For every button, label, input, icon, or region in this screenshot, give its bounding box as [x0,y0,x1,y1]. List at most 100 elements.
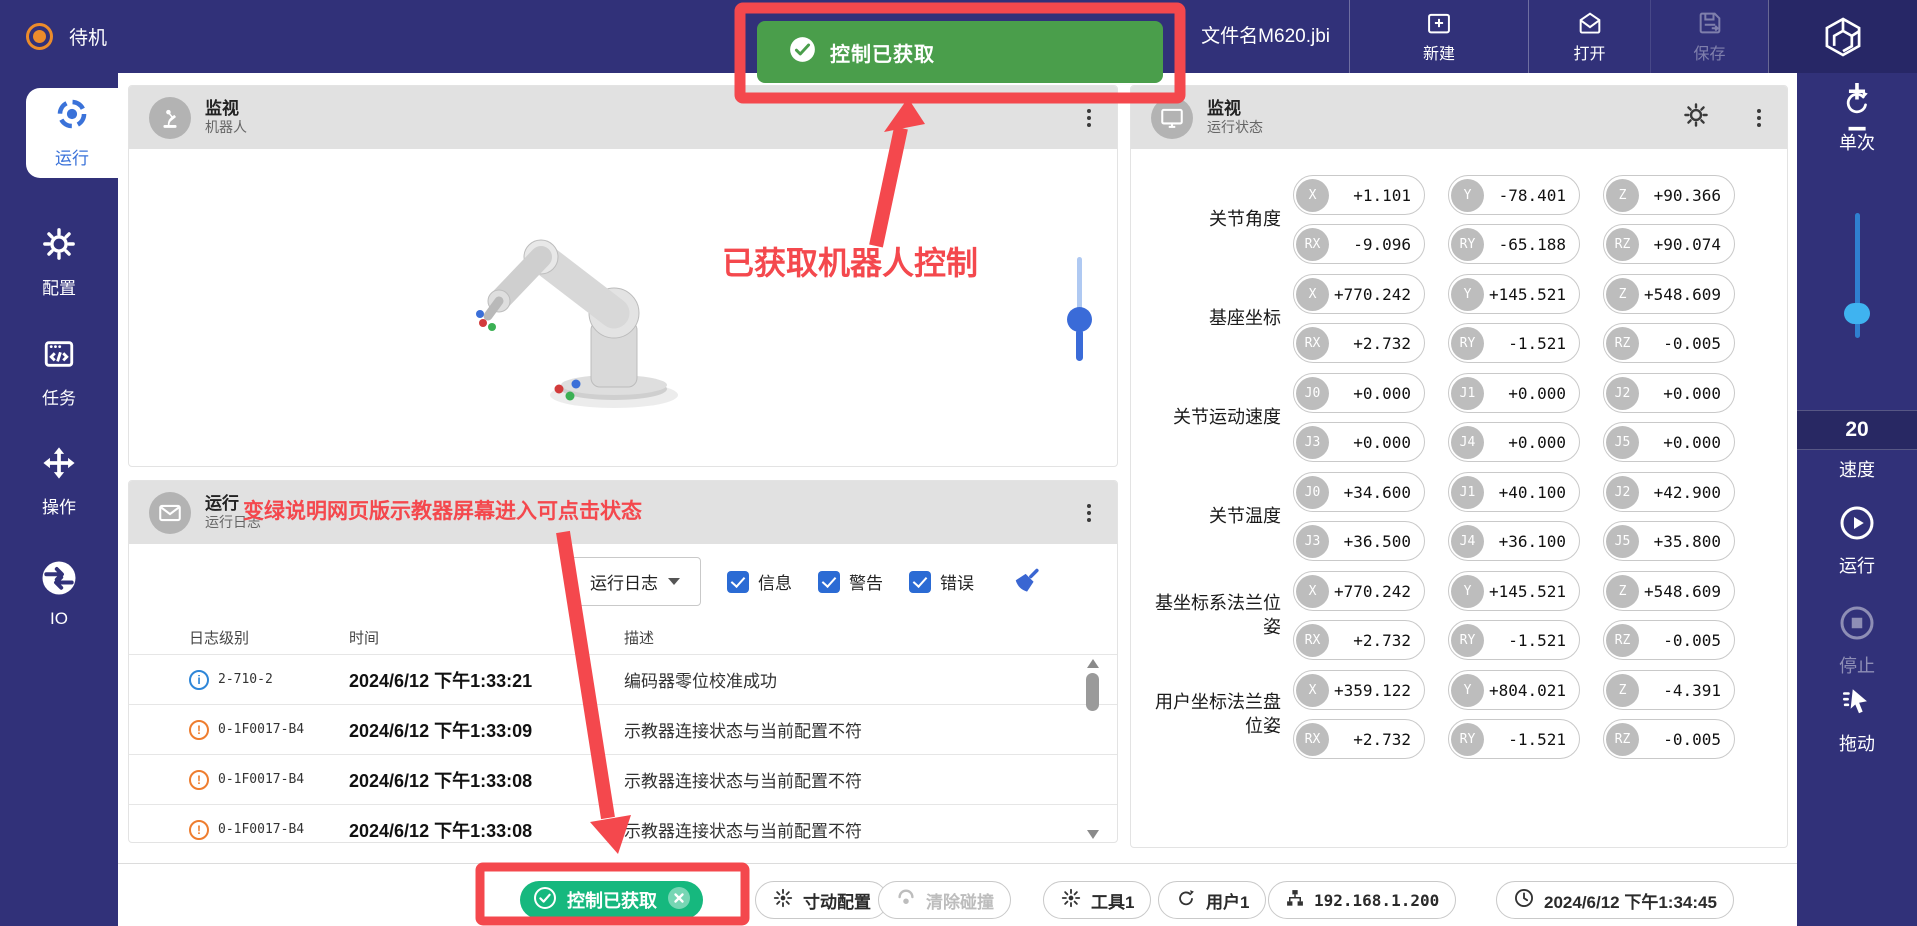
run-target-icon [55,97,89,136]
checkbox-warning[interactable]: 警告 [818,569,883,594]
axis-value: +90.074 [1639,235,1732,254]
axis-badge: J5 [1606,426,1639,459]
datetime-button[interactable]: 2024/6/12 下午1:34:45 [1496,881,1734,919]
log-row[interactable]: !0-1F0017-B42024/6/12 下午1:33:09示教器连接状态与当… [129,704,1117,754]
axis-badge: J1 [1451,377,1484,410]
axis-value: +548.609 [1639,285,1732,304]
axis-value-pill: J4+0.000 [1448,422,1580,462]
release-control-x-icon[interactable] [667,886,691,915]
sidebar-item-run[interactable]: 运行 [26,88,118,178]
single-cycle-button[interactable]: 单次 [1797,88,1917,155]
log-row[interactable]: !0-1F0017-B42024/6/12 下午1:33:08示教器连接状态与当… [129,804,1117,843]
log-panel-menu-icon[interactable] [1081,498,1097,528]
log-rows: i2-710-22024/6/12 下午1:33:21编码器零位校准成功!0-1… [129,654,1117,843]
robot-panel-menu-icon[interactable] [1081,103,1097,133]
status-settings-gear-icon[interactable] [1683,102,1709,133]
axis-value-pill: X+1.101 [1293,175,1425,215]
axis-value: +145.521 [1484,582,1577,601]
axis-value: +42.900 [1639,483,1732,502]
log-panel-subtitle: 运行日志 [205,514,261,532]
status-panel-menu-icon[interactable] [1751,103,1767,133]
scroll-thumb[interactable] [1086,673,1099,711]
save-file-button[interactable]: 保存 [1650,0,1768,73]
view-zoom-track-lower[interactable] [1076,329,1083,361]
cube-logo-icon [1820,14,1866,60]
axis-value-pill: Y-78.401 [1448,175,1580,215]
monitor-avatar-icon [1151,97,1193,139]
task-window-icon [42,337,76,376]
jog-config-button[interactable]: 寸动配置 [755,881,888,919]
axis-badge: Y [1451,278,1484,311]
log-row[interactable]: !0-1F0017-B42024/6/12 下午1:33:08示教器连接状态与当… [129,754,1117,804]
control-acquired-banner[interactable]: 控制已获取 [757,21,1163,83]
drag-button[interactable]: 拖动 [1797,685,1917,756]
robot-arm-illustration [459,163,709,418]
axis-value-pill: Z-4.391 [1603,670,1735,710]
chevron-down-icon [668,578,680,585]
sidebar-item-task[interactable]: 任务 [0,323,118,423]
axis-badge: J2 [1606,476,1639,509]
axis-value-pill: Y+145.521 [1448,274,1580,314]
scroll-up-icon[interactable] [1087,659,1099,668]
new-file-button[interactable]: 新建 [1349,0,1528,73]
log-type-dropdown[interactable]: 运行日志 [569,557,701,606]
axis-badge: RZ [1606,723,1639,756]
open-file-button[interactable]: 打开 [1528,0,1650,73]
robot-3d-view[interactable] [129,149,1117,467]
status-group: 关节运动速度J0+0.000J1+0.000J2+0.000J3+0.000J4… [1143,373,1787,462]
speed-slider-thumb[interactable] [1844,303,1870,324]
teach-pendant-app: 待机 文件名M620.jbi 新建 打开 [0,0,1917,926]
bottom-bar: 控制已获取 寸动配置 [118,863,1797,926]
axis-badge: Z [1606,179,1639,212]
move-arrows-icon [42,446,76,485]
axis-value-pill: Z+90.366 [1603,175,1735,215]
error-checkbox-box[interactable] [909,571,931,593]
speed-slider[interactable] [1844,213,1870,338]
axis-badge: Z [1606,278,1639,311]
view-zoom-slider[interactable] [1067,257,1093,363]
status-group: 基座坐标X+770.242Y+145.521Z+548.609RX+2.732R… [1143,274,1787,363]
clear-collision-button[interactable]: 清除碰撞 [878,881,1011,919]
clear-log-broom-icon[interactable] [1012,563,1044,600]
stop-circle-icon [1839,605,1875,646]
axis-value-pill: J3+36.500 [1293,521,1425,561]
sidebar-item-config[interactable]: 配置 [0,213,118,313]
info-checkbox-box[interactable] [727,571,749,593]
axis-value-pill: Z+548.609 [1603,274,1735,314]
view-zoom-thumb[interactable] [1067,307,1092,332]
checkbox-info[interactable]: 信息 [727,569,792,594]
speed-label: 速度 [1797,456,1917,482]
axis-value: +0.000 [1329,384,1422,403]
status-group: 关节角度X+1.101Y-78.401Z+90.366RX-9.096RY-65… [1143,175,1787,264]
axis-badge: RX [1296,723,1329,756]
io-arrows-icon [41,560,77,601]
axis-value-pill: RZ+90.074 [1603,224,1735,264]
axis-value: +36.100 [1484,532,1577,551]
run-button[interactable]: 运行 [1797,505,1917,578]
axis-value-pill: RY-1.521 [1448,620,1580,660]
sidebar-item-operate[interactable]: 操作 [0,432,118,532]
scroll-down-icon[interactable] [1087,830,1099,839]
controller-ip-button[interactable]: 192.168.1.200 [1268,881,1456,919]
warning-checkbox-box[interactable] [818,571,840,593]
tool-select-button[interactable]: 工具1 [1043,881,1151,919]
checkbox-error[interactable]: 错误 [909,569,974,594]
axis-badge: X [1296,575,1329,608]
axis-value-pill: J5+35.800 [1603,521,1735,561]
stop-button[interactable]: 停止 [1797,605,1917,678]
axis-badge: J4 [1451,525,1484,558]
control-acquired-pill-button[interactable]: 控制已获取 [520,881,703,919]
axis-value: +0.000 [1484,384,1577,403]
sidebar-item-io[interactable]: IO [0,544,118,644]
axis-value: -0.005 [1639,334,1732,353]
log-scrollbar[interactable] [1086,659,1099,839]
log-row[interactable]: i2-710-22024/6/12 下午1:33:21编码器零位校准成功 [129,654,1117,704]
status-group-label: 关节温度 [1143,505,1293,528]
axis-value-pill: J2+42.900 [1603,472,1735,512]
status-group: 关节温度J0+34.600J1+40.100J2+42.900J3+36.500… [1143,472,1787,561]
axis-value-pill: J2+0.000 [1603,373,1735,413]
axis-badge: J2 [1606,377,1639,410]
axis-badge: RY [1451,723,1484,756]
axis-value: +145.521 [1484,285,1577,304]
user-frame-button[interactable]: 用户1 [1158,881,1266,919]
